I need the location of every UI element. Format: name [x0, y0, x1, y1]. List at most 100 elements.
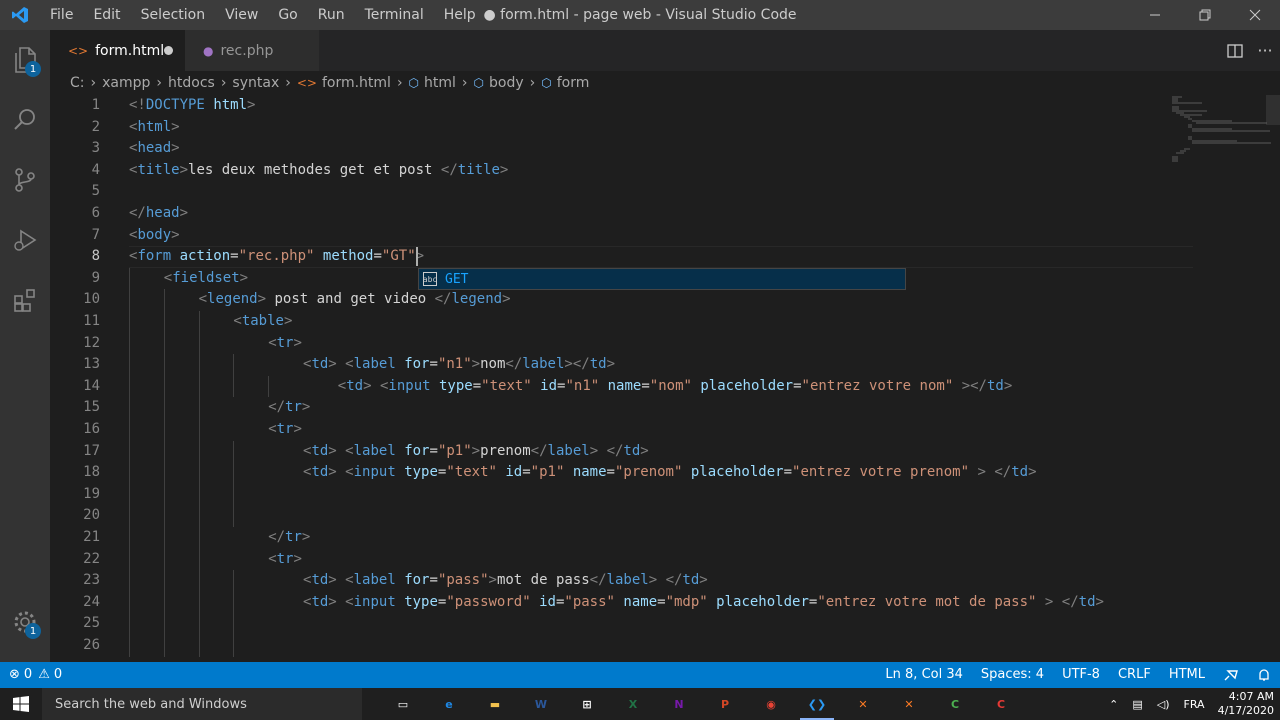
line-number: 20 [83, 507, 100, 524]
menu-item-selection[interactable]: Selection [131, 0, 216, 30]
code-line[interactable]: 13 <td> <label for="n1">nom</label></td> [50, 354, 1190, 376]
tab-rec-php[interactable]: ● rec.php [185, 30, 320, 71]
vertical-scrollbar[interactable] [1266, 95, 1280, 125]
keyboard-language[interactable]: FRA [1177, 698, 1212, 711]
code-text: <title>les deux methodes get et post </t… [129, 160, 508, 182]
task-view-icon[interactable]: ▭ [380, 688, 426, 720]
code-text: <tr> [268, 333, 302, 355]
menu-item-file[interactable]: File [40, 0, 83, 30]
breadcrumb-symbol[interactable]: ⬡ form [541, 75, 589, 91]
code-token: for [404, 572, 430, 589]
source-control-icon[interactable] [0, 150, 50, 210]
search-icon[interactable] [0, 90, 50, 150]
code-line[interactable]: 24 <td> <input type="password" id="pass" … [50, 592, 1190, 614]
breadcrumb-folder[interactable]: xampp [102, 75, 150, 91]
vscode-logo-icon[interactable] [0, 0, 40, 30]
vscode-icon[interactable]: ❮❯ [794, 688, 840, 720]
gear-icon[interactable]: 1 [0, 592, 50, 652]
code-token: > [247, 97, 256, 113]
camtasia-recorder-icon[interactable]: C [978, 688, 1024, 720]
edge-icon[interactable]: e [426, 688, 472, 720]
onenote-icon[interactable]: N [656, 688, 702, 720]
indentation[interactable]: Spaces: 4 [972, 662, 1053, 688]
excel-icon[interactable]: X [610, 688, 656, 720]
code-token: = [793, 377, 802, 394]
breadcrumb-file[interactable]: <> form.html [297, 75, 391, 91]
action-center-icon[interactable]: ▤ [1125, 698, 1149, 711]
windows-start-icon[interactable] [0, 688, 42, 720]
encoding[interactable]: UTF-8 [1053, 662, 1109, 688]
minimize-button[interactable] [1130, 0, 1180, 30]
code-line[interactable]: 11 <table> [50, 311, 1190, 333]
powerpoint-icon[interactable]: P [702, 688, 748, 720]
code-line[interactable]: 23 <td> <label for="pass">mot de pass</la… [50, 570, 1190, 592]
code-line[interactable]: 1 <!DOCTYPE html> [50, 95, 1190, 117]
code-line[interactable]: 7 <body> [50, 225, 1190, 247]
xampp-icon[interactable]: ✕ [840, 688, 886, 720]
breadcrumb-folder[interactable]: syntax [232, 75, 279, 91]
code-token: "rec.php" [238, 248, 315, 265]
volume-icon[interactable]: ◁) [1150, 698, 1177, 711]
menu-item-edit[interactable]: Edit [83, 0, 130, 30]
code-line[interactable]: 25 [50, 613, 1190, 635]
code-line[interactable]: 22 <tr> [50, 549, 1190, 571]
camtasia-icon[interactable]: C [932, 688, 978, 720]
suggestion-item[interactable]: abc GET [419, 269, 905, 289]
feedback-icon[interactable] [1214, 667, 1248, 683]
breadcrumb-symbol[interactable]: ⬡ html [409, 75, 456, 91]
unsaved-dot-icon[interactable] [164, 46, 173, 55]
code-line[interactable]: 17 <td> <label for="p1">prenom</label> </… [50, 441, 1190, 463]
end-of-line[interactable]: CRLF [1109, 662, 1160, 688]
extensions-icon[interactable] [0, 270, 50, 330]
problems-indicator[interactable]: ⊗ 0 ⚠ 0 [0, 662, 71, 688]
code-line[interactable]: 26 [50, 635, 1190, 657]
code-editor[interactable]: 1 <!DOCTYPE html> 2 <html> 3 <head> 4 <title>le… [50, 95, 1280, 662]
menu-item-terminal[interactable]: Terminal [355, 0, 434, 30]
code-line[interactable]: 10 <legend> post and get video </legend> [50, 289, 1190, 311]
code-line[interactable]: 2 <html> [50, 117, 1190, 139]
code-line[interactable]: 12 <tr> [50, 333, 1190, 355]
store-icon[interactable]: ⊞ [564, 688, 610, 720]
tab-form-html[interactable]: <> form.html [50, 30, 185, 71]
split-editor-icon[interactable] [1220, 36, 1250, 66]
code-line[interactable]: 14 <td> <input type="text" id="n1" name="… [50, 376, 1190, 398]
run-debug-icon[interactable] [0, 210, 50, 270]
code-line[interactable]: 5 [50, 181, 1190, 203]
language-mode[interactable]: HTML [1160, 662, 1214, 688]
menu-item-help[interactable]: Help [434, 0, 486, 30]
breadcrumb-symbol[interactable]: ⬡ body [474, 75, 524, 91]
code-line[interactable]: 20 [50, 505, 1190, 527]
code-line[interactable]: 18 <td> <input type="text" id="p1" name="… [50, 462, 1190, 484]
code-token: type [404, 464, 438, 481]
clock[interactable]: 4:07 AM 4/17/2020 [1212, 690, 1280, 718]
xampp-icon-2[interactable]: ✕ [886, 688, 932, 720]
code-line[interactable]: 21 </tr> [50, 527, 1190, 549]
code-line[interactable]: 4 <title>les deux methodes get et post </… [50, 160, 1190, 182]
notifications-icon[interactable] [1248, 668, 1280, 682]
code-line[interactable]: 8 <form action="rec.php" method="GT"> [50, 246, 1193, 268]
code-line[interactable]: 3 <head> [50, 138, 1190, 160]
menu-item-go[interactable]: Go [268, 0, 307, 30]
close-button[interactable] [1230, 0, 1280, 30]
more-actions-icon[interactable]: ··· [1250, 36, 1280, 66]
breadcrumb-folder[interactable]: htdocs [168, 75, 215, 91]
code-line[interactable]: 19 [50, 484, 1190, 506]
menu-item-run[interactable]: Run [308, 0, 355, 30]
breadcrumb-drive[interactable]: C: [70, 75, 85, 91]
file-explorer-icon[interactable]: ▬ [472, 688, 518, 720]
taskbar-search-input[interactable]: Search the web and Windows [42, 688, 362, 720]
restore-button[interactable] [1180, 0, 1230, 30]
code-token: = [429, 572, 438, 589]
word-icon[interactable]: W [518, 688, 564, 720]
code-line[interactable]: 16 <tr> [50, 419, 1190, 441]
chevron-up-icon[interactable]: ⌃ [1102, 698, 1125, 711]
chrome-icon[interactable]: ◉ [748, 688, 794, 720]
code-line[interactable]: 6 </head> [50, 203, 1190, 225]
menu-item-view[interactable]: View [215, 0, 268, 30]
code-token: > [171, 140, 180, 157]
minimap[interactable] [1172, 95, 1272, 175]
code-line[interactable]: 15 </tr> [50, 397, 1190, 419]
cursor-position[interactable]: Ln 8, Col 34 [876, 662, 971, 688]
explorer-icon[interactable]: 1 [0, 30, 50, 90]
